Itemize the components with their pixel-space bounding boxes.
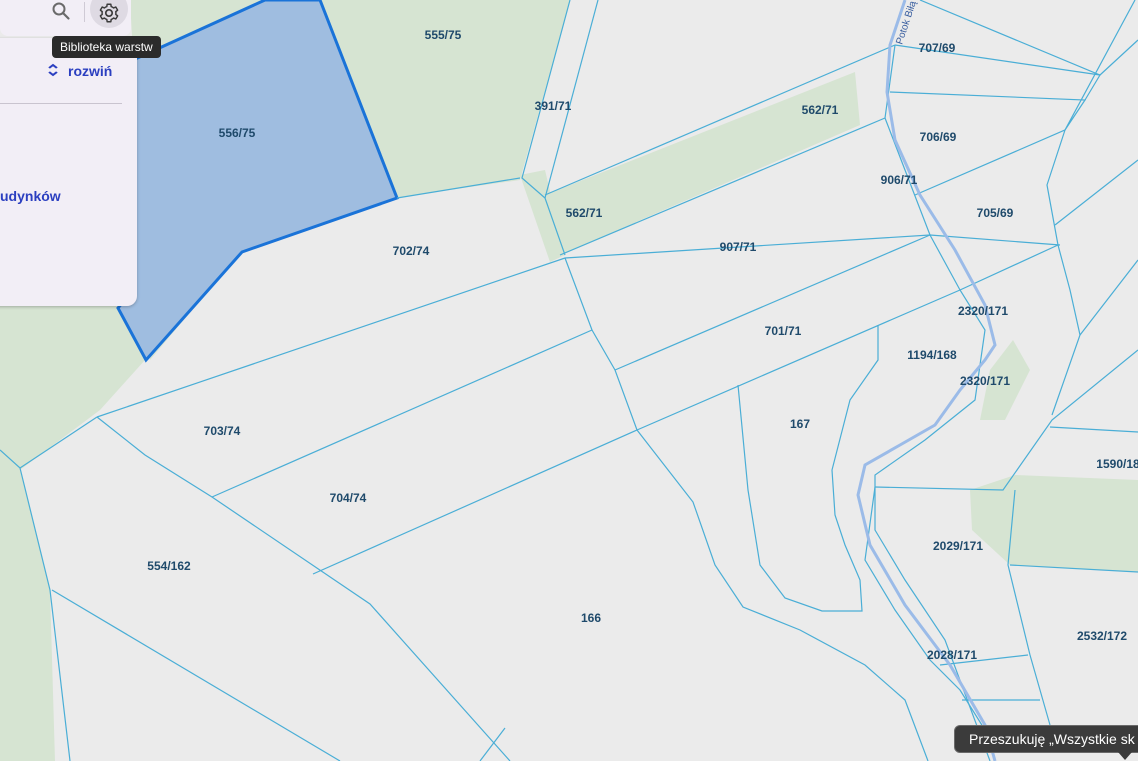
parcel-label: 707/69	[919, 41, 956, 55]
search-icon	[52, 2, 70, 20]
layer-library-tooltip: Biblioteka warstw	[52, 36, 161, 58]
parcel-label: 555/75	[425, 28, 462, 42]
toolbar-separator	[84, 2, 85, 22]
panel-divider	[0, 103, 122, 104]
parcel-label: 1194/168	[907, 348, 957, 362]
layer-library-button[interactable]	[90, 0, 128, 28]
search-button[interactable]	[48, 0, 74, 22]
toast-caret	[1118, 752, 1132, 760]
parcel-label: 701/71	[765, 324, 802, 338]
parcel-label: 907/71	[720, 240, 757, 254]
cadastral-map[interactable]: Potok Biłą 555/75 556/75 391/71 562/71 5…	[0, 0, 1138, 761]
gear-icon	[99, 3, 119, 23]
parcel-label: 702/74	[393, 244, 430, 258]
parcel-label: 906/71	[881, 173, 918, 187]
parcel-label: 2029/171	[933, 539, 983, 553]
parcel-label: 556/75	[219, 126, 256, 140]
expand-button[interactable]: rozwiń	[48, 62, 112, 80]
parcel-label: 705/69	[977, 206, 1014, 220]
chevron-up-down-icon	[47, 62, 60, 80]
layers-panel: rozwiń udynków	[0, 38, 137, 306]
search-status-toast: Przeszukuję „Wszystkie sk	[954, 725, 1138, 753]
parcel-label: 562/71	[802, 103, 839, 117]
map-toolbar	[0, 0, 131, 36]
parcel-label: 703/74	[204, 424, 241, 438]
parcel-label: 2320/171	[960, 374, 1010, 388]
parcel-label: 554/162	[147, 559, 191, 573]
buildings-layer-link[interactable]: udynków	[0, 188, 61, 204]
parcel-label: 167	[790, 417, 810, 431]
parcel-label: 1590/18	[1096, 457, 1138, 471]
parcel-label: 704/74	[330, 491, 367, 505]
parcel-label: 2028/171	[927, 648, 977, 662]
parcel-label: 166	[581, 611, 601, 625]
parcel-label: 562/71	[566, 206, 603, 220]
parcel-label: 706/69	[920, 130, 957, 144]
expand-label: rozwiń	[68, 63, 113, 79]
parcel-label: 391/71	[535, 99, 572, 113]
parcel-label: 2532/172	[1077, 629, 1127, 643]
parcel-label: 2320/171	[958, 304, 1008, 318]
